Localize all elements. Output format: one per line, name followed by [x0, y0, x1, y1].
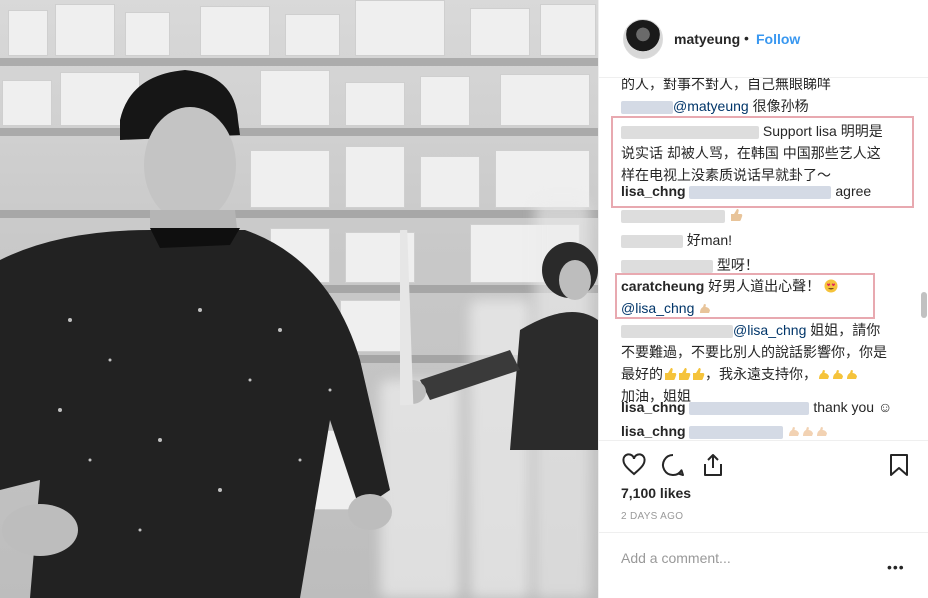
comment-text-line3b: ，我永遠支持你， [705, 366, 817, 382]
post-username[interactable]: matyeung [674, 31, 740, 47]
background-person [400, 230, 598, 450]
main-person [0, 70, 392, 598]
product-box [420, 76, 470, 126]
flexed-biceps-icon [817, 427, 828, 436]
comment [621, 204, 911, 226]
redacted-username [621, 234, 683, 248]
heart-icon[interactable] [621, 452, 647, 478]
avatar[interactable] [623, 19, 663, 59]
comment-icon[interactable] [660, 452, 686, 478]
post-date[interactable]: 2 DAYS AGO [621, 511, 683, 522]
flexed-biceps-icon [789, 427, 800, 436]
comment-username[interactable]: lisa_chng [621, 399, 686, 415]
product-box [500, 74, 590, 126]
product-box [420, 156, 480, 208]
comment-list[interactable]: 的人，對事不對人，自己無眼睇咩 @matyeung 很像孙杨 Support l… [599, 78, 928, 440]
comment-text: thank you ☺ [813, 399, 893, 415]
comment-mention[interactable]: @lisa_chng [733, 322, 806, 338]
comment: 的人，對事不對人，自己無眼睇咩 [621, 78, 911, 95]
redacted-username [621, 324, 733, 338]
comment-text-line2: 不要難過，不要比別人的說話影響你，你是 [621, 344, 887, 360]
share-icon[interactable] [700, 452, 726, 478]
comment-username[interactable]: lisa_chng [621, 423, 686, 439]
post-header: matyeung • Follow [599, 0, 928, 78]
add-comment-bar: Add a comment... ••• [599, 532, 928, 598]
product-box [200, 6, 270, 56]
comment-text: 型呀！ [716, 257, 759, 273]
redacted-username [621, 259, 713, 273]
comment-text: 的人，對事不對人，自己無眼睇咩 [621, 78, 831, 92]
comment-text-line2: 说实话 却被人骂，在韩国 中国那些艺人这 [621, 145, 881, 161]
comment: lisa_chng agree [621, 180, 911, 202]
comment-text: agree [835, 183, 872, 199]
separator-dot: • [744, 30, 749, 46]
redacted-username [621, 100, 673, 114]
flexed-biceps-icon [803, 427, 814, 436]
post-actions: 7,100 likes 2 DAYS AGO [599, 440, 928, 540]
comment-text: 好男人道出心聲！ [708, 278, 821, 294]
like-count[interactable]: 7,100 likes [621, 485, 691, 501]
redacted-mention [689, 401, 810, 415]
heart-eyes-icon [824, 279, 838, 293]
comment: lisa_chng thank you ☺ [621, 396, 911, 418]
redacted-username [621, 125, 759, 139]
comment: Support lisa 明明是 说实话 却被人骂，在韩国 中国那些艺人这 样在… [621, 120, 911, 186]
follow-button[interactable]: Follow [756, 31, 800, 47]
product-box [540, 4, 596, 56]
redacted-username [621, 209, 725, 223]
comment-username[interactable]: lisa_chng [621, 183, 686, 199]
more-options-icon[interactable]: ••• [887, 559, 905, 575]
comment-username[interactable]: caratcheung [621, 278, 704, 294]
flexed-biceps-icon [847, 370, 857, 379]
comments-scrollbar[interactable] [921, 292, 927, 318]
comment: 好man! [621, 229, 911, 251]
comment-text-line1: Support lisa 明明是 [762, 123, 883, 139]
comment-text: 很像孙杨 [748, 98, 809, 114]
thumbs-up-icon [730, 209, 743, 221]
thumbs-up-icon [693, 368, 705, 380]
post-photo[interactable] [0, 0, 598, 598]
product-box [470, 8, 530, 56]
product-box [125, 12, 170, 56]
bookmark-icon[interactable] [886, 452, 912, 478]
redacted-mention [689, 185, 832, 199]
comment-mention[interactable]: @matyeung [673, 98, 749, 114]
product-box [355, 0, 445, 56]
thumbs-up-icon [679, 368, 691, 380]
comment: lisa_chng [621, 420, 911, 440]
comment-text-line1: 姐姐，請你 [806, 322, 881, 338]
flexed-biceps-icon [700, 304, 711, 313]
product-box [285, 14, 340, 56]
comment: @matyeung 很像孙杨 [621, 95, 911, 117]
redacted-mention [689, 425, 784, 439]
add-comment-input[interactable]: Add a comment... [621, 550, 731, 566]
flexed-biceps-icon [833, 370, 843, 379]
comment: @lisa_chng 姐姐，請你 不要難過，不要比別人的說話影響你，你是 最好的… [621, 319, 911, 407]
product-box [8, 10, 48, 56]
comment: caratcheung 好男人道出心聲！ @lisa_chng [621, 275, 911, 319]
comment-mention[interactable]: @lisa_chng [621, 300, 694, 316]
comment-text: 好man! [686, 232, 733, 248]
product-box [55, 4, 115, 56]
flexed-biceps-icon [819, 370, 829, 379]
post-side-panel: matyeung • Follow 的人，對事不對人，自己無眼睇咩 @matye… [598, 0, 928, 598]
comment-text-line3a: 最好的 [621, 366, 663, 382]
thumbs-up-icon [665, 368, 677, 380]
